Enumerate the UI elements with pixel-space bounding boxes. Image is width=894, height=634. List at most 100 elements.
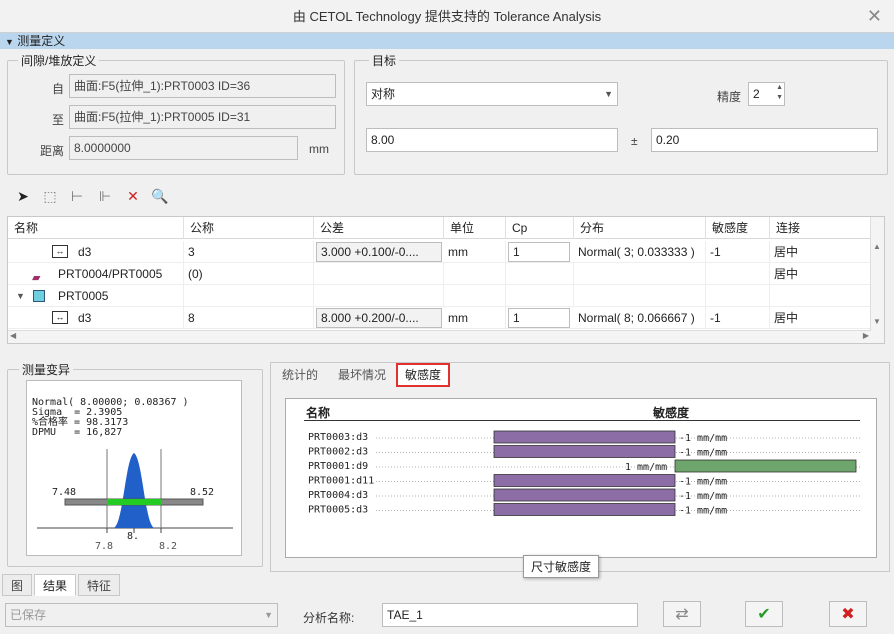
repeat-icon: ⇄: [675, 606, 689, 623]
dimension-icon: ↔: [52, 311, 68, 324]
tab-sensitivity[interactable]: 敏感度: [396, 363, 451, 387]
row-nominal: [184, 285, 314, 307]
tab-statistical[interactable]: 统计的: [275, 363, 325, 387]
row-nominal: 3: [184, 241, 314, 263]
scroll-down-icon[interactable]: ▼: [873, 317, 881, 326]
sens-bar-label: -1 mm/mm: [679, 491, 727, 502]
row-sensitivity: -1: [706, 307, 770, 329]
section-label: 测量定义: [17, 34, 66, 48]
variation-title: 测量变异: [19, 361, 74, 378]
spinner-arrows-icon[interactable]: ▲ ▼: [776, 83, 783, 103]
col-header-cp[interactable]: Cp: [506, 217, 574, 239]
cancel-button[interactable]: ✖: [829, 601, 867, 627]
tab-chart[interactable]: 图: [2, 574, 33, 596]
row-unit: mm: [444, 307, 506, 329]
row-cp[interactable]: 1: [508, 242, 570, 262]
lower-limit-label: 7.48: [52, 487, 77, 498]
col-header-tolerance[interactable]: 公差: [314, 217, 444, 239]
dimension-icon: ↔: [52, 245, 68, 258]
row-unit: mm: [444, 241, 506, 263]
sens-bar: [493, 430, 676, 444]
col-header-nominal[interactable]: 公称: [184, 217, 314, 239]
row-unit: [444, 263, 506, 285]
section-header-measure-definition[interactable]: ▼ 测量定义: [0, 33, 894, 49]
row-name: d3: [78, 245, 92, 259]
expand-triangle-icon[interactable]: ▼: [16, 285, 25, 307]
preview-search-icon[interactable]: 🔍: [150, 186, 170, 206]
collapse-triangle-icon: ▼: [5, 37, 14, 47]
target-group: 目标: [354, 52, 888, 175]
table-header: 名称 公称 公差 单位 Cp 分布 敏感度 连接: [8, 217, 871, 239]
repeat-button[interactable]: ⇄: [663, 601, 701, 627]
tab-features[interactable]: 特征: [78, 574, 121, 596]
sensitivity-bars: PRT0003:d3 -1 mm/mm PRT0002:d3 -1 mm/mm PRT0…: [308, 430, 860, 517]
tab-worst-case[interactable]: 最坏情况: [331, 363, 393, 387]
select-pointer-icon[interactable]: ➤: [13, 186, 33, 206]
analysis-name-label: 分析名称:: [303, 611, 355, 625]
sens-row-name: PRT0005:d3: [308, 505, 368, 516]
table-row[interactable]: ↔ d3 3 3.000 +0.100/-0.... mm 1 Normal( …: [8, 241, 871, 263]
target-type-select[interactable]: 对称 ▼: [366, 82, 618, 106]
sens-bar: [493, 488, 676, 502]
nominal-input[interactable]: 8.00: [366, 128, 618, 152]
add-branch-icon[interactable]: ⊩: [95, 186, 115, 206]
sens-bar-label: 1 mm/mm: [625, 462, 667, 473]
sensitivity-chart: 名称 敏感度 PRT0003:d3 -1 mm/mm PRT0002:d3 -1 mm…: [285, 398, 877, 558]
sens-bar: [674, 459, 857, 473]
row-distribution: Normal( 3; 0.033333 ): [574, 241, 706, 263]
row-connection: [770, 285, 871, 307]
col-header-connection[interactable]: 连接: [770, 217, 871, 239]
row-name: PRT0004/PRT0005: [58, 267, 163, 281]
from-field[interactable]: 曲面:F5(拉伸_1):PRT0003 ID=36: [69, 74, 336, 98]
row-nominal: (0): [184, 263, 314, 285]
tab-results[interactable]: 结果: [34, 574, 77, 596]
row-tolerance[interactable]: 8.000 +0.200/-0....: [316, 308, 442, 328]
row-connection: 居中: [770, 241, 871, 263]
table-row[interactable]: ▼ PRT0005: [8, 285, 871, 307]
scroll-right-icon[interactable]: ▶: [863, 331, 869, 340]
row-cp: [506, 263, 574, 285]
col-header-name[interactable]: 名称: [8, 217, 184, 239]
table-row[interactable]: ↔ d3 8 8.000 +0.200/-0.... mm 1 Normal( …: [8, 307, 871, 329]
delete-icon[interactable]: ✕: [123, 186, 143, 206]
tooltip: 尺寸敏感度: [523, 555, 600, 578]
cancel-icon: ✖: [841, 606, 855, 623]
target-type-value: 对称: [371, 87, 396, 101]
window-title: 由 CETOL Technology 提供支持的 Tolerance Analy…: [292, 9, 602, 24]
row-sensitivity: [706, 285, 770, 307]
col-header-distribution[interactable]: 分布: [574, 217, 706, 239]
precision-spinner[interactable]: 2 ▲ ▼: [748, 82, 785, 106]
add-stack-icon[interactable]: ⊢: [67, 186, 87, 206]
tolerance-input[interactable]: 0.20: [651, 128, 878, 152]
col-header-sensitivity[interactable]: 敏感度: [706, 217, 770, 239]
col-header-unit[interactable]: 单位: [444, 217, 506, 239]
sens-bar-label: -1 mm/mm: [679, 448, 727, 459]
row-connection: 居中: [770, 263, 871, 285]
to-field[interactable]: 曲面:F5(拉伸_1):PRT0005 ID=31: [69, 105, 336, 129]
chevron-down-icon: ▼: [264, 610, 273, 620]
assembly-link-icon: ▰: [32, 272, 41, 284]
sens-row-name: PRT0002:d3: [308, 447, 368, 458]
table-vertical-scrollbar[interactable]: ▲ ▼: [870, 217, 884, 343]
scroll-up-icon[interactable]: ▲: [873, 242, 881, 251]
row-distribution: Normal( 8; 0.066667 ): [574, 307, 706, 329]
table-horizontal-scrollbar[interactable]: ◀ ▶: [8, 330, 871, 343]
analysis-name-input[interactable]: TAE_1: [382, 603, 638, 627]
row-nominal: 8: [184, 307, 314, 329]
distance-label: 距离: [40, 144, 65, 158]
scroll-left-icon[interactable]: ◀: [10, 331, 16, 340]
row-sensitivity: [706, 263, 770, 285]
table-row[interactable]: ▰ PRT0004/PRT0005 (0) 居中: [8, 263, 871, 285]
row-tolerance[interactable]: 3.000 +0.100/-0....: [316, 242, 442, 262]
row-cp[interactable]: 1: [508, 308, 570, 328]
distance-unit: mm: [309, 142, 329, 156]
close-icon[interactable]: ✕: [867, 6, 882, 27]
window-title-bar: 由 CETOL Technology 提供支持的 Tolerance Analy…: [0, 0, 894, 33]
precision-label: 精度: [717, 90, 742, 104]
sens-row-name: PRT0004:d3: [308, 490, 368, 501]
axis-label-left: 7.8: [95, 541, 114, 552]
saved-status-select[interactable]: 已保存 ▼: [5, 603, 278, 627]
ok-button[interactable]: ✔: [745, 601, 783, 627]
upper-limit-label: 8.52: [190, 487, 215, 498]
add-dimension-icon[interactable]: ⬚: [40, 186, 60, 206]
